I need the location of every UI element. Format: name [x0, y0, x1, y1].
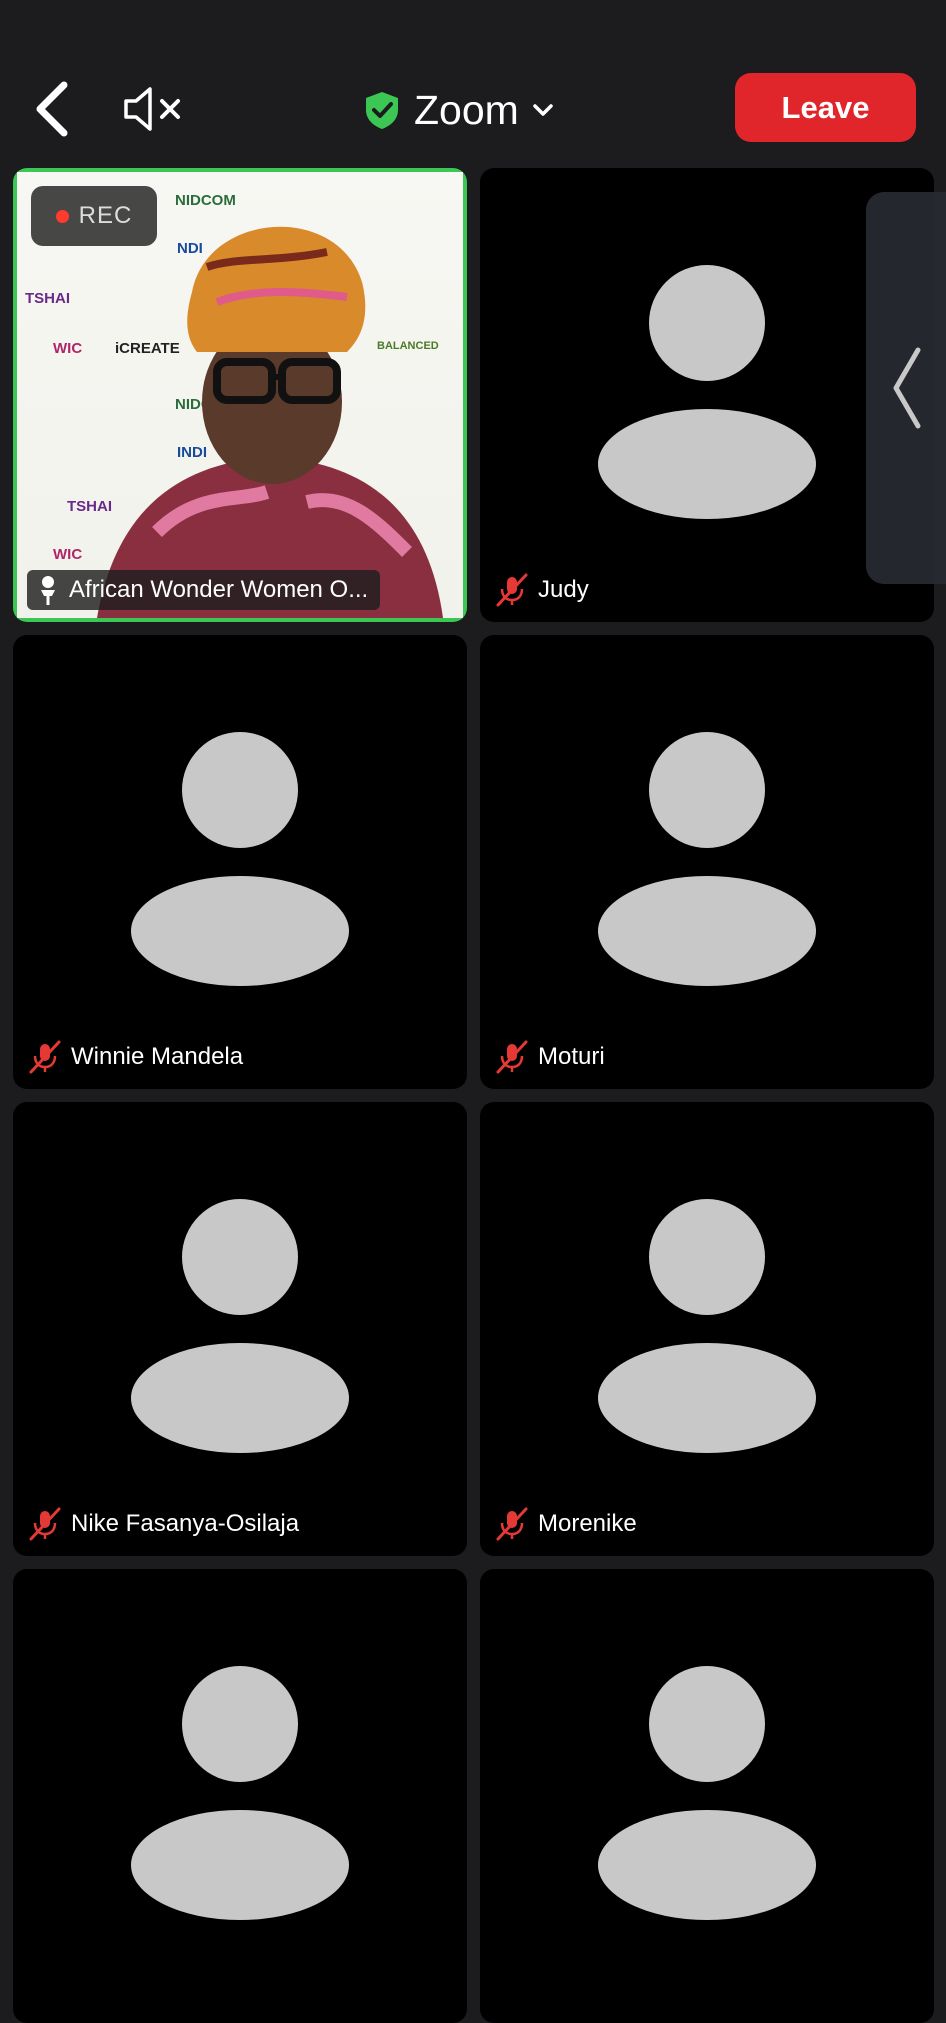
record-dot-icon: [55, 209, 69, 223]
default-avatar-icon: [131, 732, 349, 986]
participant-name-tag: Winnie Mandela: [27, 1037, 243, 1077]
default-avatar-icon: [131, 1199, 349, 1453]
default-avatar-icon: [598, 732, 816, 986]
chevron-down-icon: [533, 104, 553, 116]
participant-name-tag: Morenike: [494, 1504, 637, 1544]
participant-tile[interactable]: Nike Fasanya-Osilaja: [13, 1102, 467, 1556]
speaker-toggle-button[interactable]: [118, 78, 190, 140]
back-button[interactable]: [22, 78, 82, 140]
meeting-title-dropdown[interactable]: Zoom: [362, 80, 555, 140]
default-avatar-icon: [598, 1666, 816, 1920]
leave-button[interactable]: Leave: [735, 73, 916, 142]
spotlight-pin-icon: [41, 576, 55, 605]
mic-muted-icon: [496, 1040, 528, 1074]
recording-indicator: REC: [31, 186, 157, 246]
shield-check-icon: [366, 92, 398, 129]
participant-tile[interactable]: Morenike: [480, 1102, 934, 1556]
participant-name-tag: Moturi: [494, 1037, 605, 1077]
participant-name: Winnie Mandela: [71, 1043, 244, 1070]
chevron-left-icon: [893, 347, 921, 429]
rec-label: REC: [78, 202, 133, 229]
top-bar: Zoom Leave: [0, 0, 946, 170]
participant-name: African Wonder Women O...: [69, 576, 369, 603]
participant-name: Judy: [538, 576, 589, 603]
participant-name-tag: Judy: [494, 570, 589, 610]
participant-name-tag: African Wonder Women O...: [27, 570, 381, 610]
participant-name: Morenike: [538, 1510, 637, 1537]
mic-muted-icon: [496, 573, 528, 607]
mic-muted-icon: [29, 1040, 61, 1074]
participant-tile[interactable]: Moturi: [480, 635, 934, 1089]
meeting-title: Zoom: [414, 86, 519, 133]
participant-name-tag: Nike Fasanya-Osilaja: [27, 1504, 299, 1544]
participant-tile[interactable]: Winnie Mandela: [13, 635, 467, 1089]
default-avatar-icon: [131, 1666, 349, 1920]
participant-tile[interactable]: [480, 1569, 934, 2023]
side-panel-toggle[interactable]: [866, 192, 946, 584]
participant-name: Moturi: [538, 1043, 605, 1070]
mic-muted-icon: [496, 1507, 528, 1541]
participant-name: Nike Fasanya-Osilaja: [71, 1510, 300, 1537]
speaker-muted-icon: [124, 87, 180, 131]
mic-muted-icon: [29, 1507, 61, 1541]
participant-tile[interactable]: NIDCOM NDI TSHAI WIC iCREATE BALANCED NI…: [13, 168, 467, 622]
participant-tile[interactable]: [13, 1569, 467, 2023]
default-avatar-icon: [598, 1199, 816, 1453]
chevron-left-icon: [36, 81, 68, 137]
